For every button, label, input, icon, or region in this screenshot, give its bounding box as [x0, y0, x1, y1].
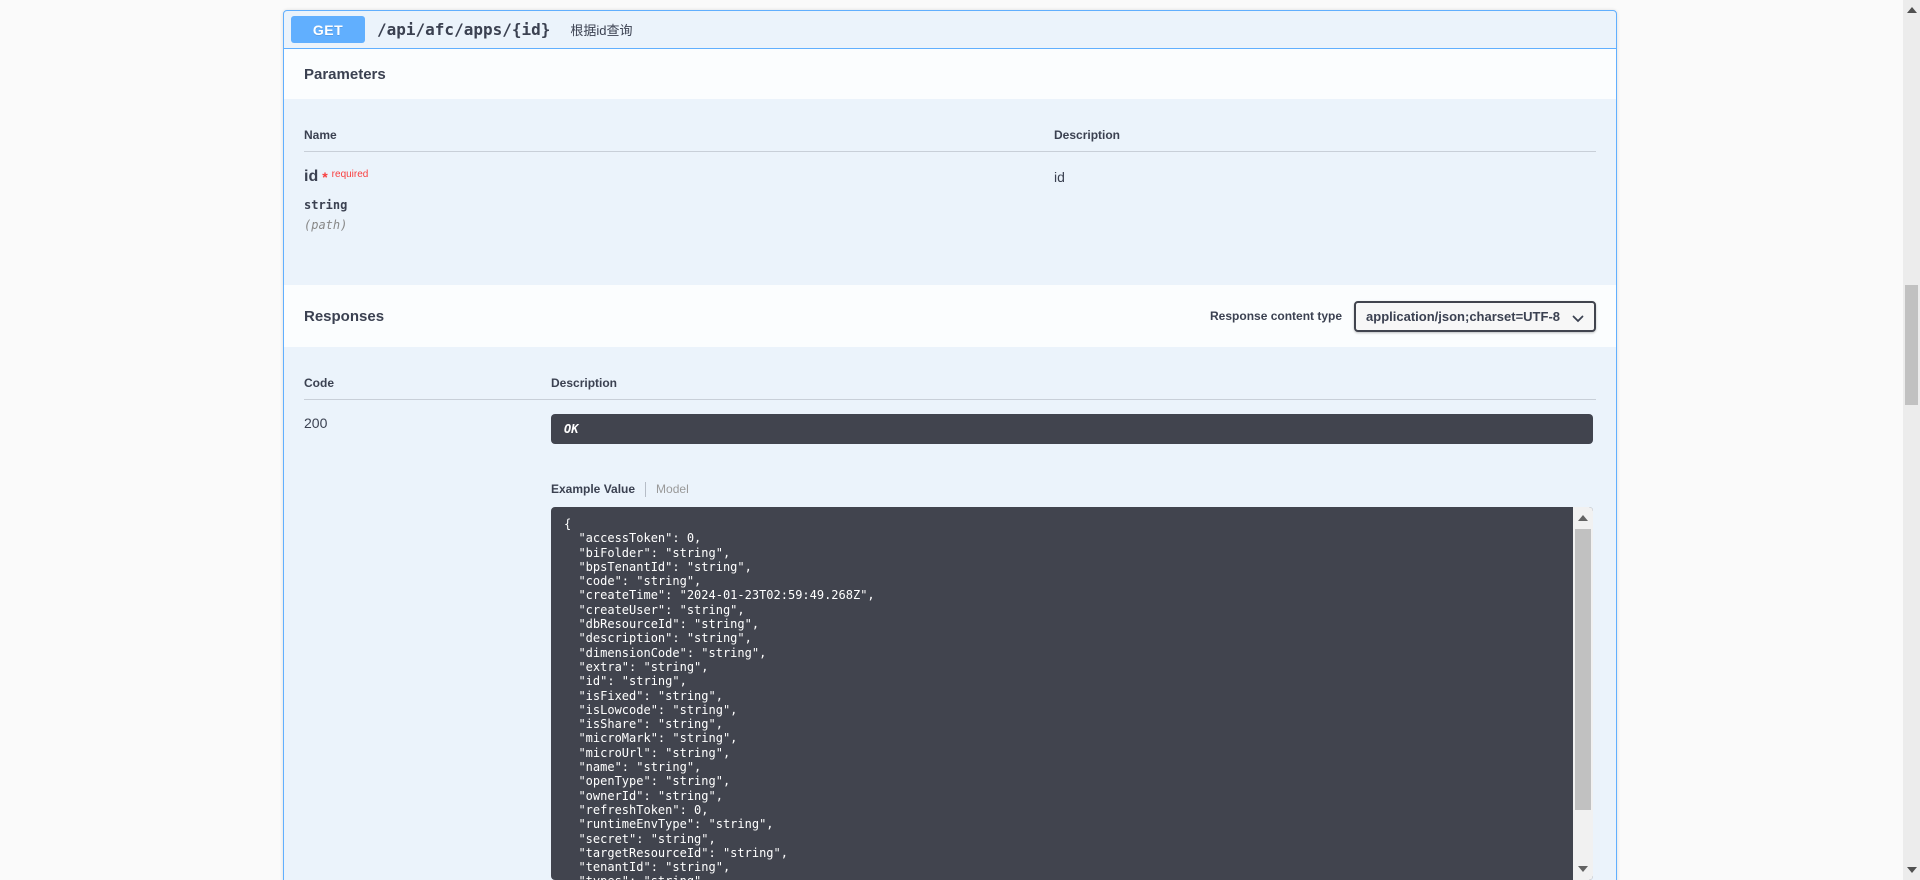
param-description: id	[1054, 152, 1593, 285]
http-method-badge: GET	[291, 16, 365, 43]
parameter-row: id*required string (path) id	[304, 152, 1596, 285]
response-content-type-value: application/json;charset=UTF-8	[1366, 309, 1560, 324]
page-scroll-down-arrow-icon[interactable]	[1907, 867, 1917, 873]
parameters-table-header: Name Description	[304, 99, 1596, 152]
responses-table-header: Code Description	[304, 347, 1596, 400]
code-scrollbar[interactable]	[1573, 507, 1593, 880]
page-scrollbar-thumb[interactable]	[1905, 285, 1918, 405]
response-row-200: 200 OK Example Value Model { "accessToke…	[304, 400, 1596, 880]
responses-table: Code Description 200 OK Example Value Mo…	[304, 347, 1596, 880]
parameters-title: Parameters	[304, 66, 386, 83]
page-scrollbar[interactable]	[1903, 0, 1920, 880]
scroll-down-arrow-icon[interactable]	[1578, 866, 1588, 872]
tab-separator	[645, 482, 646, 497]
responses-section-header: Responses Response content type applicat…	[284, 285, 1616, 347]
opblock-summary[interactable]: GET /api/afc/apps/{id} 根据id查询	[284, 11, 1616, 49]
required-label: required	[332, 169, 369, 180]
tab-example-value[interactable]: Example Value	[551, 482, 635, 496]
required-star: *	[322, 169, 327, 185]
response-description-markdown: OK	[551, 414, 1593, 444]
example-value-code-block: { "accessToken": 0, "biFolder": "string"…	[551, 507, 1593, 880]
tab-model[interactable]: Model	[656, 482, 689, 496]
param-location: (path)	[304, 218, 1054, 232]
response-content-type-label: Response content type	[1210, 309, 1342, 323]
swagger-page: GET /api/afc/apps/{id} 根据id查询 Parameters…	[0, 0, 1920, 880]
model-example-tabs: Example Value Model	[551, 481, 1593, 497]
responses-title: Responses	[304, 308, 384, 325]
col-header-description: Description	[1054, 99, 1593, 151]
parameters-table: Name Description id*required string (pat…	[304, 99, 1596, 285]
opblock-get: GET /api/afc/apps/{id} 根据id查询 Parameters…	[283, 10, 1617, 880]
col-header-name: Name	[304, 99, 1054, 151]
endpoint-path-link[interactable]: /api/afc/apps/{id}	[377, 20, 550, 39]
page-scroll-up-arrow-icon[interactable]	[1907, 7, 1917, 13]
response-code: 200	[304, 400, 551, 880]
col-header-response-description: Description	[551, 347, 1593, 399]
endpoint-summary: 根据id查询	[570, 20, 632, 39]
param-type: string	[304, 198, 1054, 212]
scroll-up-arrow-icon[interactable]	[1578, 515, 1588, 521]
parameters-section-header: Parameters	[284, 49, 1616, 99]
response-content-type-select[interactable]: application/json;charset=UTF-8	[1354, 301, 1596, 332]
chevron-down-icon	[1572, 315, 1584, 323]
code-scrollbar-thumb[interactable]	[1575, 529, 1591, 810]
param-name: id	[304, 168, 318, 185]
col-header-code: Code	[304, 347, 551, 399]
example-json: { "accessToken": 0, "biFolder": "string"…	[551, 507, 1573, 880]
